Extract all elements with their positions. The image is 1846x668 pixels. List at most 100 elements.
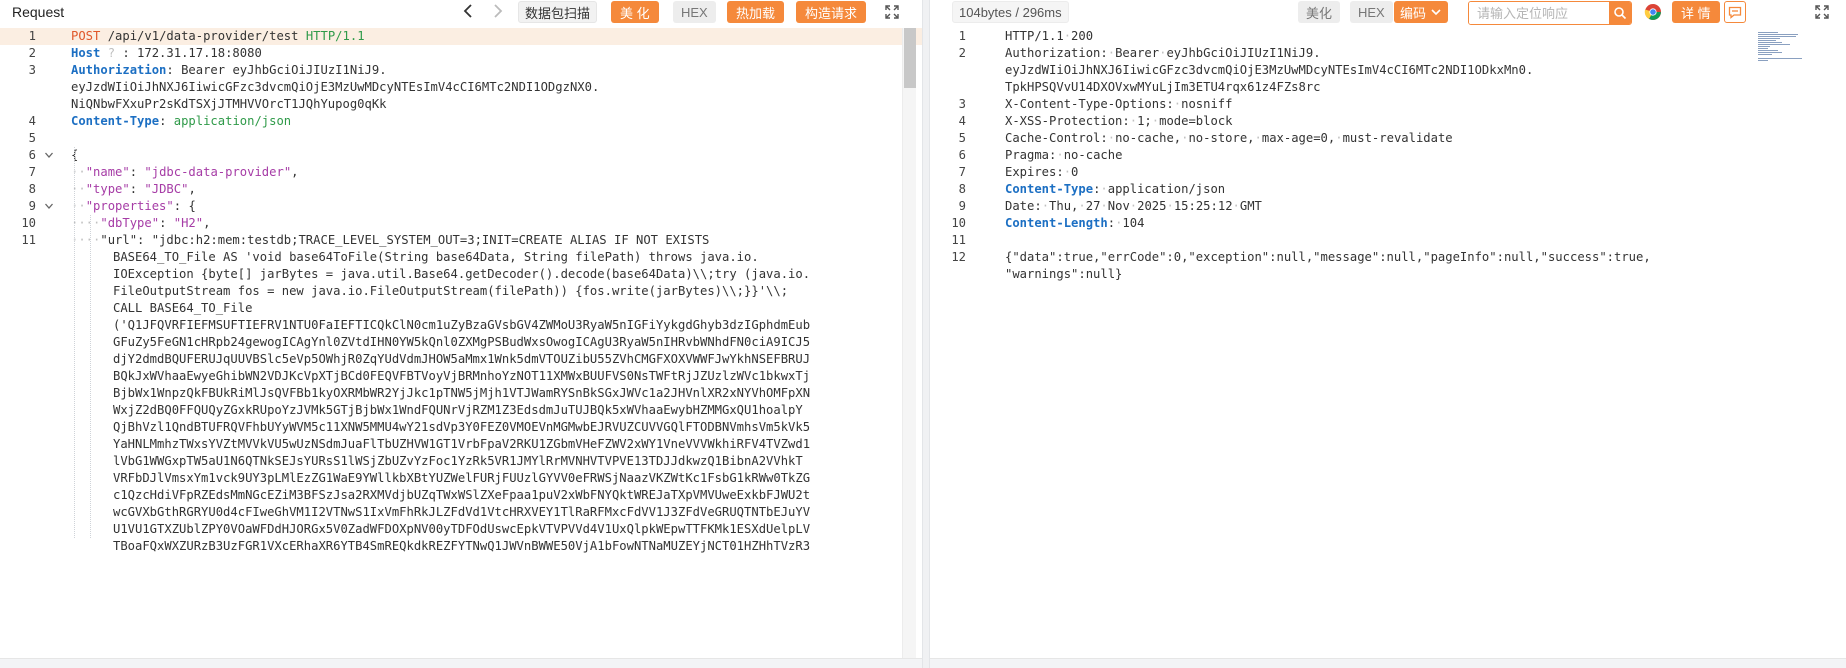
code-token: lVbG1WWGxpTW5aU1N6QTNkSEJsYURsS1lWSjZbUZ… bbox=[113, 454, 803, 468]
code-token: · bbox=[1063, 29, 1072, 43]
code-text: X-Content-Type-Options:·nosniff bbox=[1005, 96, 1232, 113]
code-token: "properties" bbox=[85, 199, 174, 213]
code-line: U1VU1GTXZUblZPY0VOaWFDdHJORGx5V0ZadWFDOX… bbox=[0, 521, 922, 538]
details-button[interactable]: 详 情 bbox=[1672, 1, 1720, 23]
code-line: ('Q1JFQVRFIEFMSUFTIEFRV1NTU0FaIEFTICQkCl… bbox=[0, 317, 922, 334]
expand-icon[interactable] bbox=[884, 4, 900, 23]
code-token: TBoaFQxWXZURzB3UzFGR1VXcERhaXR6YTB4SmREQ… bbox=[113, 539, 811, 553]
beautify-button[interactable]: 美 化 bbox=[611, 1, 659, 23]
code-text: WxjZ2dBQ0FFQUQyZGxkRUpoYzJVMk5GTjBjbWx1W… bbox=[113, 402, 803, 419]
comment-icon[interactable] bbox=[1724, 1, 1746, 23]
code-text: BjbWx1WnpzQkFBUkRiMlJsQVFBb1kyOXRMbWR2Yj… bbox=[113, 385, 810, 402]
code-token: {"data":true,"errCode":0,"exception":nul… bbox=[1005, 250, 1651, 264]
build-request-button[interactable]: 构造请求 bbox=[796, 1, 867, 23]
code-token: Content-Length bbox=[1005, 216, 1108, 230]
code-line: 6{ bbox=[0, 147, 922, 164]
response-pane: 104bytes / 296ms 美化 HEX 编码 详 情 bbox=[930, 0, 1846, 668]
response-hex-button[interactable]: HEX bbox=[1350, 1, 1393, 23]
line-number: 2 bbox=[28, 46, 36, 60]
response-editor[interactable]: 1 HTTP/1.1·200 2 Authorization:·Bearer·eyJh… bbox=[930, 28, 1846, 658]
code-token: /api/v1/data-provider/test bbox=[107, 29, 299, 43]
code-token: no-cache, bbox=[1115, 131, 1182, 145]
code-token: : bbox=[1107, 216, 1116, 230]
code-token: "dbType" bbox=[100, 216, 160, 230]
code-text: eyJzdWIiOiJhNXJ6IiwicGFzc3dvcmQiOjE3MzUw… bbox=[1005, 62, 1533, 79]
request-scrollbar[interactable] bbox=[902, 28, 916, 658]
request-status-bar bbox=[0, 658, 922, 668]
line-number: 10 bbox=[21, 216, 36, 230]
code-line: BjbWx1WnpzQkFBUkRiMlJsQVFBb1kyOXRMbWR2Yj… bbox=[0, 385, 922, 402]
chevron-left-icon[interactable] bbox=[461, 2, 475, 24]
code-line: YaHNLMmhzTWxsYVZtMVVkVU5wUzNSdmJuaFlTbUZ… bbox=[0, 436, 922, 453]
code-token: : bbox=[166, 63, 174, 77]
line-number: 3 bbox=[28, 63, 36, 77]
request-editor[interactable]: 1 POST /api/v1/data-provider/test HTTP/1.… bbox=[0, 28, 922, 658]
code-text: Cache-Control:·no-cache,·no-store,·max-a… bbox=[1005, 130, 1453, 147]
code-text: c1QzcHdiVFpRZEdsMmNGcEZiM3BFSzJsa2RXMVdj… bbox=[113, 487, 810, 504]
response-toolbar: 104bytes / 296ms 美化 HEX 编码 详 情 bbox=[930, 0, 1846, 26]
response-expand-icon[interactable] bbox=[1814, 4, 1830, 23]
code-text: Pragma:·no-cache bbox=[1005, 147, 1122, 164]
search-icon[interactable] bbox=[1609, 2, 1631, 24]
code-text: TpkHPSQVvU14DXOVxwMYuLjIm3ETU4rqx61z4FZs… bbox=[1005, 79, 1321, 96]
line-number: 5 bbox=[28, 131, 36, 145]
code-text: X-XSS-Protection:·1;·mode=block bbox=[1005, 113, 1233, 130]
code-text: YaHNLMmhzTWxsYVZtMVVkVU5wUzNSdmJuaFlTbUZ… bbox=[113, 436, 810, 453]
code-text: TBoaFQxWXZURzB3UzFGR1VXcERhaXR6YTB4SmREQ… bbox=[113, 538, 810, 555]
code-text: Expires:·0 bbox=[1005, 164, 1078, 181]
line-number: 10 bbox=[951, 216, 966, 230]
code-token: nosniff bbox=[1181, 97, 1233, 111]
request-toolbar: Request 数据包扫描 美 化 HEX 热加载 构造请求 bbox=[0, 0, 922, 26]
pane-divider[interactable] bbox=[922, 0, 930, 668]
code-token: BASE64_TO_File AS 'void base64ToFile(Str… bbox=[113, 250, 759, 264]
code-line: VRFbDJlVmsxYm1vck9UY3pLMlEzZG1WaE9YWllkb… bbox=[0, 470, 922, 487]
code-text: ··"name": "jdbc-data-provider", bbox=[71, 164, 299, 181]
code-token: · bbox=[1041, 199, 1050, 213]
line-number: 1 bbox=[28, 29, 36, 43]
response-minimap[interactable] bbox=[1758, 30, 1806, 70]
code-token: YaHNLMmhzTWxsYVZtMVVkVU5wUzNSdmJuaFlTbUZ… bbox=[113, 437, 811, 451]
code-line: 5 bbox=[0, 130, 922, 147]
request-scrollbar-thumb[interactable] bbox=[904, 28, 916, 88]
line-number: 9 bbox=[28, 199, 36, 213]
indent-guide bbox=[90, 215, 91, 538]
code-line: 11 ····"url": "jdbc:h2:mem:testdb;TRACE_L… bbox=[0, 232, 922, 249]
code-token: X-Content-Type-Options: bbox=[1005, 97, 1174, 111]
code-token: Cache-Control: bbox=[1005, 131, 1108, 145]
code-line: 11 bbox=[930, 232, 1846, 249]
code-line: 1 POST /api/v1/data-provider/test HTTP/1.… bbox=[0, 28, 922, 45]
code-text: QjBhVzl1QndBTUFRQVFhbUYyWVM5c11XNW5MMU4w… bbox=[113, 419, 810, 436]
code-token: VRFbDJlVmsxYm1vck9UY3pLMlEzZG1WaE9YWllkb… bbox=[113, 471, 811, 485]
code-token: mode=block bbox=[1159, 114, 1233, 128]
line-number: 11 bbox=[21, 233, 36, 247]
encoding-dropdown[interactable]: 编码 bbox=[1394, 1, 1449, 23]
code-token: djY2dmdBQUFERUJqUUVBSlc5eVp5OWhjR0ZqYUdV… bbox=[113, 352, 811, 366]
chevron-right-icon[interactable] bbox=[491, 2, 505, 24]
response-summary: 104bytes / 296ms bbox=[952, 1, 1069, 23]
code-line: BASE64_TO_File AS 'void base64ToFile(Str… bbox=[0, 249, 922, 266]
locate-response-input[interactable] bbox=[1469, 2, 1609, 24]
code-token: application/json bbox=[173, 114, 292, 128]
code-token: BjbWx1WnpzQkFBUkRiMlJsQVFBb1kyOXRMbWR2Yj… bbox=[113, 386, 811, 400]
scan-packet-button[interactable]: 数据包扫描 bbox=[518, 1, 598, 23]
code-token: must-revalidate bbox=[1342, 131, 1453, 145]
chrome-icon[interactable] bbox=[1644, 3, 1662, 24]
code-token: CALL BASE64_TO_File bbox=[113, 301, 253, 315]
code-text: Authorization:·Bearer·eyJhbGciOiJIUzI1Ni… bbox=[1005, 45, 1321, 62]
code-token: eyJhbGciOiJIUzI1NiJ9. bbox=[1166, 46, 1321, 60]
code-text: POST /api/v1/data-provider/test HTTP/1.1 bbox=[71, 28, 365, 45]
code-text: ··"type": "JDBC", bbox=[71, 181, 196, 198]
code-line: 2 Authorization:·Bearer·eyJhbGciOiJIUzI1N… bbox=[930, 45, 1846, 62]
hot-load-button[interactable]: 热加载 bbox=[727, 1, 785, 23]
code-text: "warnings":null} bbox=[1005, 266, 1122, 283]
code-token: · bbox=[1078, 199, 1086, 213]
code-text: ····"url": "jdbc:h2:mem:testdb;TRACE_LEV… bbox=[71, 232, 709, 249]
line-number: 3 bbox=[958, 97, 966, 111]
code-text: GFuZy5FeGN1cHRpb24gewogICAgYnl0ZVtdIHN0Y… bbox=[113, 334, 810, 351]
line-number: 9 bbox=[958, 199, 966, 213]
hex-button[interactable]: HEX bbox=[673, 1, 716, 23]
code-token: X-XSS-Protection: bbox=[1005, 114, 1130, 128]
response-beautify-button[interactable]: 美化 bbox=[1298, 1, 1341, 23]
code-token: QjBhVzl1QndBTUFRQVFhbUYyWVM5c11XNW5MMU4w… bbox=[113, 420, 811, 434]
